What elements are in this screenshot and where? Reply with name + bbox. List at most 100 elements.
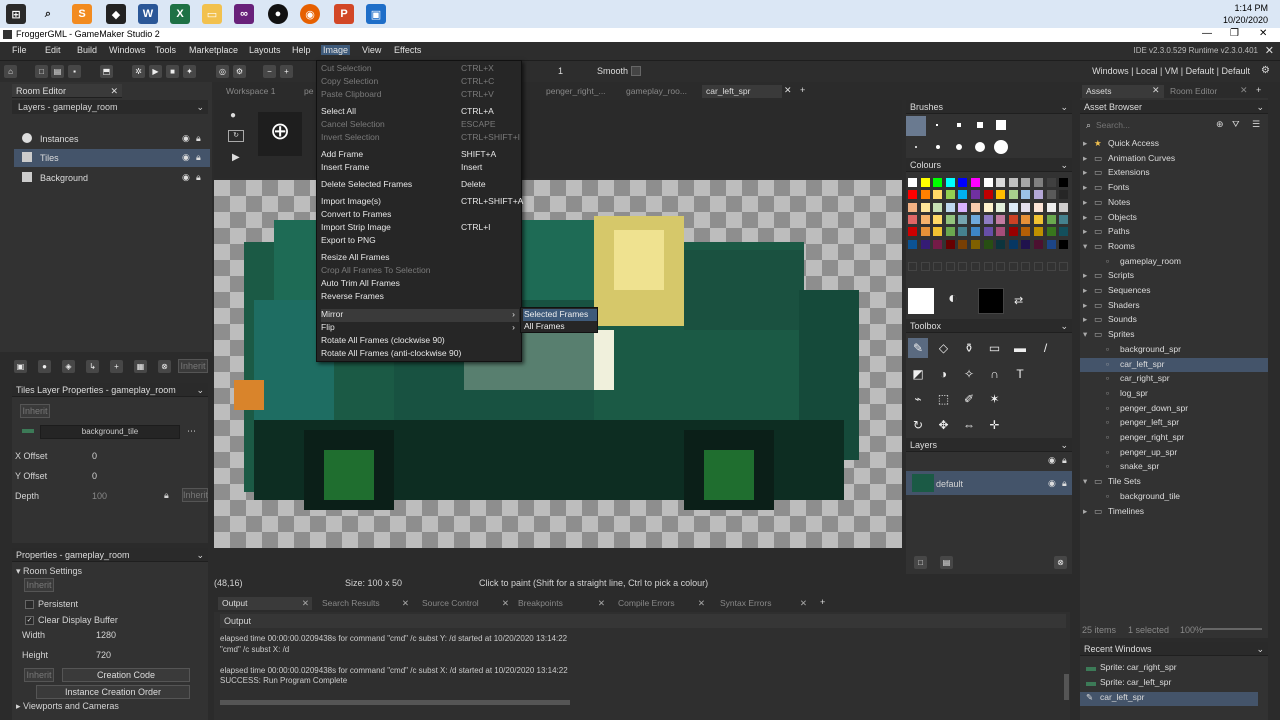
image-menu-item[interactable]: Resize All Frames xyxy=(321,252,519,265)
empty-colour-swatch[interactable] xyxy=(945,262,955,271)
maximize-icon[interactable]: ❐ xyxy=(1230,28,1239,39)
colour-swatch[interactable] xyxy=(983,239,993,249)
recent-item[interactable]: ✎ car_left_spr xyxy=(1080,692,1258,706)
brush-round-1[interactable] xyxy=(915,146,917,148)
menu-file[interactable]: File xyxy=(10,45,29,55)
asset-folder[interactable]: ▸ ▭ Fonts xyxy=(1080,181,1268,195)
new-icon[interactable]: □ xyxy=(35,65,48,78)
empty-colour-swatch[interactable] xyxy=(983,262,993,271)
image-menu-item[interactable]: Delete Selected Frames Delete xyxy=(321,179,519,192)
empty-colour-swatch[interactable] xyxy=(908,262,917,271)
add-background-layer-icon[interactable]: + xyxy=(110,360,123,373)
colour-swatch[interactable] xyxy=(1034,239,1043,249)
mirror-all-frames[interactable]: All Frames xyxy=(523,321,597,333)
image-menu-item[interactable]: Flip › xyxy=(321,322,519,335)
colour-swatch[interactable] xyxy=(1008,239,1018,249)
colour-swatch[interactable] xyxy=(996,178,1006,187)
colour-swatch[interactable] xyxy=(1034,202,1043,212)
colour-swatch[interactable] xyxy=(1059,190,1069,200)
output-tab[interactable]: Breakpoints ✕ xyxy=(514,597,608,610)
close-tab-icon[interactable]: ✕ xyxy=(698,598,705,609)
inherit-creation-button[interactable]: Inherit xyxy=(24,668,54,682)
menu-tools[interactable]: Tools xyxy=(153,45,178,55)
close-tab-icon[interactable]: ✕ xyxy=(302,598,309,609)
colour-swatch[interactable] xyxy=(1008,178,1018,187)
more-options-icon[interactable]: ⋯ xyxy=(187,426,196,437)
visibility-eye-icon[interactable]: ◉ xyxy=(1048,455,1056,466)
visualstudio-icon[interactable]: ∞ xyxy=(234,4,254,24)
output-scrollbar[interactable] xyxy=(1064,674,1069,700)
colour-swatch[interactable] xyxy=(1046,190,1056,200)
colour-swatch[interactable] xyxy=(933,214,943,224)
asset-folder[interactable]: ▸ ★ Quick Access xyxy=(1080,137,1268,151)
persistent-checkbox[interactable] xyxy=(25,600,34,609)
image-menu-item[interactable]: Reverse Frames xyxy=(321,291,519,304)
asset-item[interactable]: ▫ log_spr xyxy=(1080,387,1268,401)
asset-search-input[interactable] xyxy=(1096,118,1206,132)
output-log[interactable]: elapsed time 00:00:00.0209438s for comma… xyxy=(220,634,1060,694)
curve-icon[interactable]: ∩ xyxy=(985,364,1005,384)
room-settings-label[interactable]: ▾ Room Settings xyxy=(16,566,82,577)
selection-icon[interactable]: ⬚ xyxy=(934,389,954,409)
colour-swatch[interactable] xyxy=(908,239,917,249)
colour-swatch[interactable] xyxy=(958,190,968,200)
add-asset-layer-icon[interactable]: ▣ xyxy=(14,360,27,373)
asset-item[interactable]: ▫ gameplay_room xyxy=(1080,255,1268,269)
add-tab-icon[interactable]: + xyxy=(1256,85,1261,95)
height-value[interactable]: 720 xyxy=(96,650,111,660)
tab-car-left-spr[interactable]: car_left_spr xyxy=(702,85,782,98)
rect-select-icon[interactable]: ▭ xyxy=(985,338,1005,358)
colour-swatch[interactable] xyxy=(971,202,980,212)
colour-swatch[interactable] xyxy=(1046,214,1056,224)
recent-item[interactable]: Sprite: car_right_spr xyxy=(1080,662,1268,676)
firefox-icon[interactable]: ◉ xyxy=(300,4,320,24)
image-menu-item[interactable]: Export to PNG xyxy=(321,235,519,248)
colour-swatch[interactable] xyxy=(933,202,943,212)
layer-folder-icon[interactable]: ▤ xyxy=(940,556,953,569)
colour-swatch[interactable] xyxy=(945,202,955,212)
colour-swatch[interactable] xyxy=(1034,227,1043,237)
brush-size-3[interactable] xyxy=(957,123,961,127)
asset-item[interactable]: ▫ car_right_spr xyxy=(1080,372,1268,386)
visibility-eye-icon[interactable]: ◉ xyxy=(182,133,190,144)
colour-swatch[interactable] xyxy=(983,227,993,237)
output-tab[interactable]: Output ✕ xyxy=(218,597,312,610)
colour-swatch[interactable] xyxy=(1046,202,1056,212)
asset-folder[interactable]: ▸ ▭ Notes xyxy=(1080,196,1268,210)
lock-icon[interactable]: 🔒︎ xyxy=(196,172,201,183)
lock-icon[interactable]: 🔒︎ xyxy=(1062,478,1067,489)
asset-item[interactable]: ▫ penger_up_spr xyxy=(1080,446,1268,460)
layer-background[interactable]: Background ◉ 🔒︎ xyxy=(14,169,210,187)
add-instance-layer-icon[interactable]: ● xyxy=(38,360,51,373)
smooth-checkbox[interactable] xyxy=(631,66,641,76)
colour-swatch[interactable] xyxy=(945,239,955,249)
empty-colour-swatch[interactable] xyxy=(1046,262,1056,271)
tab-penger-right[interactable]: penger_right_... xyxy=(542,85,610,98)
x-offset-value[interactable]: 0 xyxy=(92,451,97,461)
add-tab-icon[interactable]: + xyxy=(820,597,825,607)
colour-swatch[interactable] xyxy=(1034,178,1043,187)
brush-round-3[interactable] xyxy=(956,144,962,150)
colour-swatch[interactable] xyxy=(1021,239,1031,249)
lock-icon[interactable]: 🔒︎ xyxy=(1062,455,1067,466)
gamemaker-icon[interactable]: ▣ xyxy=(366,4,386,24)
add-effect-layer-icon[interactable]: ▦ xyxy=(134,360,147,373)
fill-icon[interactable]: ⚱ xyxy=(959,338,979,358)
magic-wand-icon[interactable]: ✧ xyxy=(959,364,979,384)
colour-swatch[interactable] xyxy=(971,178,980,187)
image-menu-item[interactable]: Add Frame SHIFT+A xyxy=(321,149,519,162)
home-icon[interactable]: ⌂ xyxy=(4,65,17,78)
colour-swatch[interactable] xyxy=(1046,227,1056,237)
clear-display-checkbox[interactable]: ✓ xyxy=(25,616,34,625)
minimize-icon[interactable]: — xyxy=(1202,28,1212,39)
target-icon[interactable]: ◎ xyxy=(216,65,229,78)
asset-folder[interactable]: ▸ ▭ Objects xyxy=(1080,211,1268,225)
colour-swatch[interactable] xyxy=(945,214,955,224)
asset-folder[interactable]: ▸ ▭ Sounds xyxy=(1080,313,1268,327)
room-editor-tab[interactable]: Room Editor ✕ xyxy=(12,84,122,98)
asset-item[interactable]: ▫ penger_down_spr xyxy=(1080,402,1268,416)
add-path-layer-icon[interactable]: ↳ xyxy=(86,360,99,373)
asset-folder[interactable]: ▸ ▭ Animation Curves xyxy=(1080,152,1268,166)
asset-item[interactable]: ▫ background_spr xyxy=(1080,343,1268,357)
colour-swatch[interactable] xyxy=(1046,178,1056,187)
